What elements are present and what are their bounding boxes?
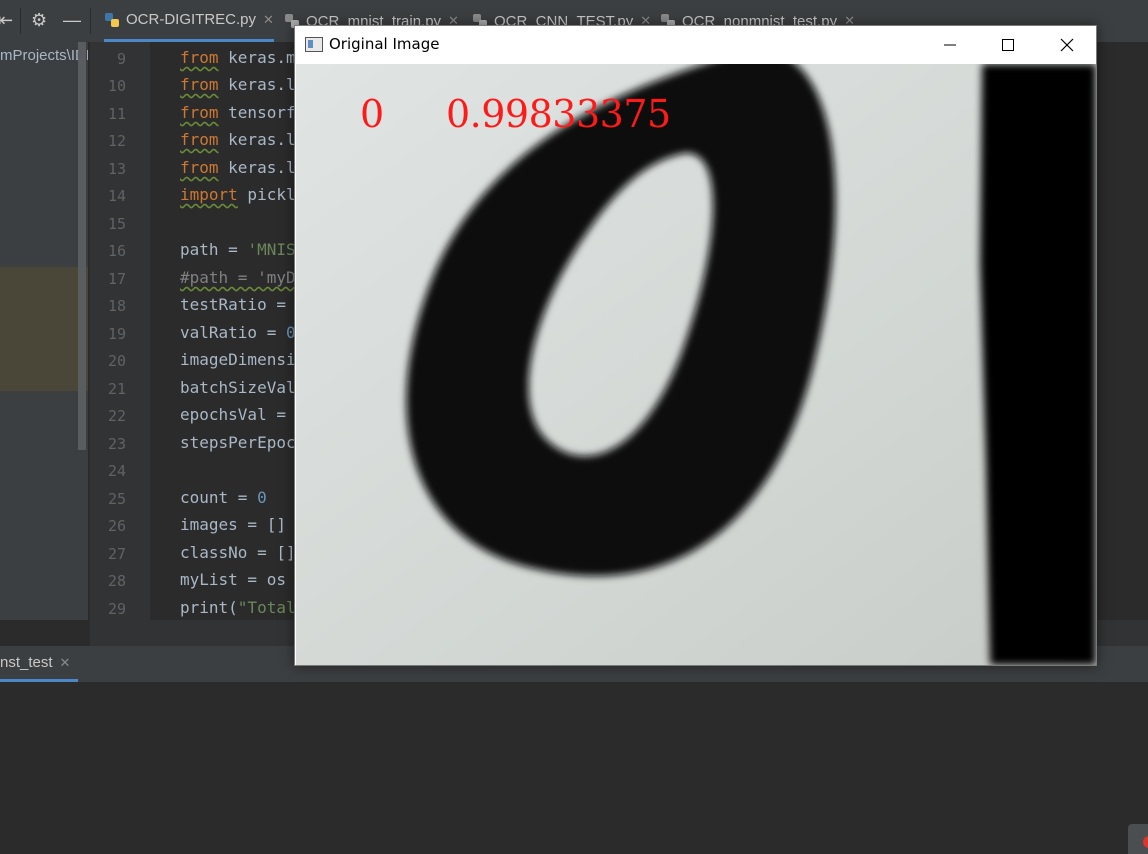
line-number: 10 (107, 77, 126, 95)
code-token: pickl (237, 185, 296, 204)
camera-frame-graphic (296, 64, 1096, 665)
line-number: 14 (107, 187, 126, 205)
line-number: 25 (107, 490, 126, 508)
code-line[interactable]: imageDimensi (180, 350, 296, 369)
event-log-button[interactable] (1128, 824, 1148, 854)
divider (90, 8, 91, 34)
prediction-probability-label: 0.99833375 (446, 92, 671, 136)
code-line[interactable]: from tensorf (180, 103, 296, 122)
line-number: 18 (107, 297, 126, 315)
run-tab-label: nst_test (0, 654, 53, 671)
code-token: classNo = [] (180, 543, 296, 562)
selected-tree-area (0, 267, 88, 391)
error-indicator-icon (1143, 836, 1148, 848)
code-line[interactable]: epochsVal = (180, 405, 296, 424)
code-token: imageDimensi (180, 350, 296, 369)
keyword-token: from (180, 75, 219, 94)
line-number-gutter: 9 10 11 12 13 14 15 16 17 18 19 20 21 22… (90, 42, 150, 620)
keyword-token: import (180, 185, 238, 204)
code-line[interactable]: count = 0 (180, 488, 267, 507)
line-number: 21 (107, 380, 126, 398)
settings-gear-icon[interactable]: ⚙ (31, 10, 47, 30)
keyword-token: from (180, 103, 219, 122)
code-token: tensorf (218, 103, 296, 122)
line-number: 16 (107, 242, 126, 260)
code-token: testRatio = (180, 295, 296, 314)
line-number: 11 (107, 105, 126, 123)
keyword-token: from (180, 48, 219, 67)
code-line[interactable]: myList = os (180, 570, 286, 589)
window-title-bar[interactable]: Original Image (295, 26, 1096, 64)
code-line[interactable]: from keras.l (180, 75, 296, 94)
window-app-icon (305, 37, 323, 52)
project-panel: mProjects\IDE (0, 42, 88, 620)
line-number: 17 (107, 270, 126, 288)
project-path[interactable]: mProjects\IDE (0, 47, 88, 64)
number-token: 0 (257, 488, 267, 507)
opencv-image-window[interactable]: Original Image 0 0.99833375 (294, 25, 1097, 666)
python-file-icon (104, 12, 120, 28)
minimize-icon[interactable]: — (63, 10, 81, 30)
run-tab[interactable]: nst_test ✕ (0, 646, 78, 682)
line-number: 13 (107, 160, 126, 178)
string-token: "Total (237, 598, 296, 617)
code-token: keras.m (218, 48, 296, 67)
code-line[interactable]: images = [] (180, 515, 286, 534)
code-line[interactable]: testRatio = (180, 295, 296, 314)
line-number: 9 (116, 50, 126, 68)
string-token: 'MNIS (247, 240, 296, 259)
line-number: 26 (107, 517, 126, 535)
divider (20, 8, 21, 34)
window-title: Original Image (329, 35, 440, 53)
code-token: print( (180, 598, 238, 617)
code-line[interactable]: print("Total (180, 598, 296, 617)
close-icon[interactable]: ✕ (263, 12, 274, 28)
collapse-icon[interactable]: ⇤ (0, 10, 13, 30)
line-number: 20 (107, 352, 126, 370)
keyword-token: from (180, 130, 219, 149)
code-line[interactable]: valRatio = 0 (180, 323, 296, 342)
code-token: myList = os (180, 570, 286, 589)
line-number: 12 (107, 132, 126, 150)
code-line[interactable]: batchSizeVal (180, 378, 296, 397)
code-line[interactable]: #path = 'myD (180, 268, 296, 287)
comment-token: #path = 'myD (180, 268, 296, 287)
window-close-icon[interactable] (1038, 26, 1096, 64)
keyword-token: from (180, 158, 219, 177)
tab-label: OCR-DIGITREC.py (126, 11, 257, 28)
line-number: 28 (107, 572, 126, 590)
code-line[interactable]: from keras.l (180, 158, 296, 177)
line-number: 15 (107, 215, 126, 233)
predicted-class-label: 0 (360, 92, 384, 136)
code-token: epochsVal = (180, 405, 296, 424)
code-token: keras.l (218, 158, 296, 177)
code-line[interactable]: from keras.m (180, 48, 296, 67)
line-number: 27 (107, 545, 126, 563)
tab-ocr-digitrec[interactable]: OCR-DIGITREC.py ✕ (104, 0, 274, 42)
code-token: batchSizeVal (180, 378, 296, 397)
line-number: 19 (107, 325, 126, 343)
line-number: 24 (107, 462, 126, 480)
line-number: 22 (107, 407, 126, 425)
code-line[interactable]: from keras.l (180, 130, 296, 149)
panel-scrollbar[interactable] (78, 42, 86, 450)
code-line[interactable]: stepsPerEpoc (180, 433, 296, 452)
code-line[interactable]: path = 'MNIS (180, 240, 296, 259)
code-token: count = (180, 488, 258, 507)
line-number: 29 (107, 600, 126, 618)
code-token: valRatio = (180, 323, 286, 342)
camera-frame: 0 0.99833375 (296, 64, 1096, 665)
code-token: keras.l (218, 130, 296, 149)
window-minimize-icon[interactable] (921, 26, 979, 64)
code-token: images = [] (180, 515, 286, 534)
code-line[interactable]: classNo = [] (180, 543, 296, 562)
line-number: 23 (107, 435, 126, 453)
run-console[interactable] (0, 682, 1148, 852)
code-token: path = (180, 240, 248, 259)
code-line[interactable]: import pickl (180, 185, 296, 204)
window-maximize-icon[interactable] (979, 26, 1037, 64)
close-icon[interactable]: ✕ (60, 655, 71, 671)
code-token: keras.l (218, 75, 296, 94)
code-token: stepsPerEpoc (180, 433, 296, 452)
